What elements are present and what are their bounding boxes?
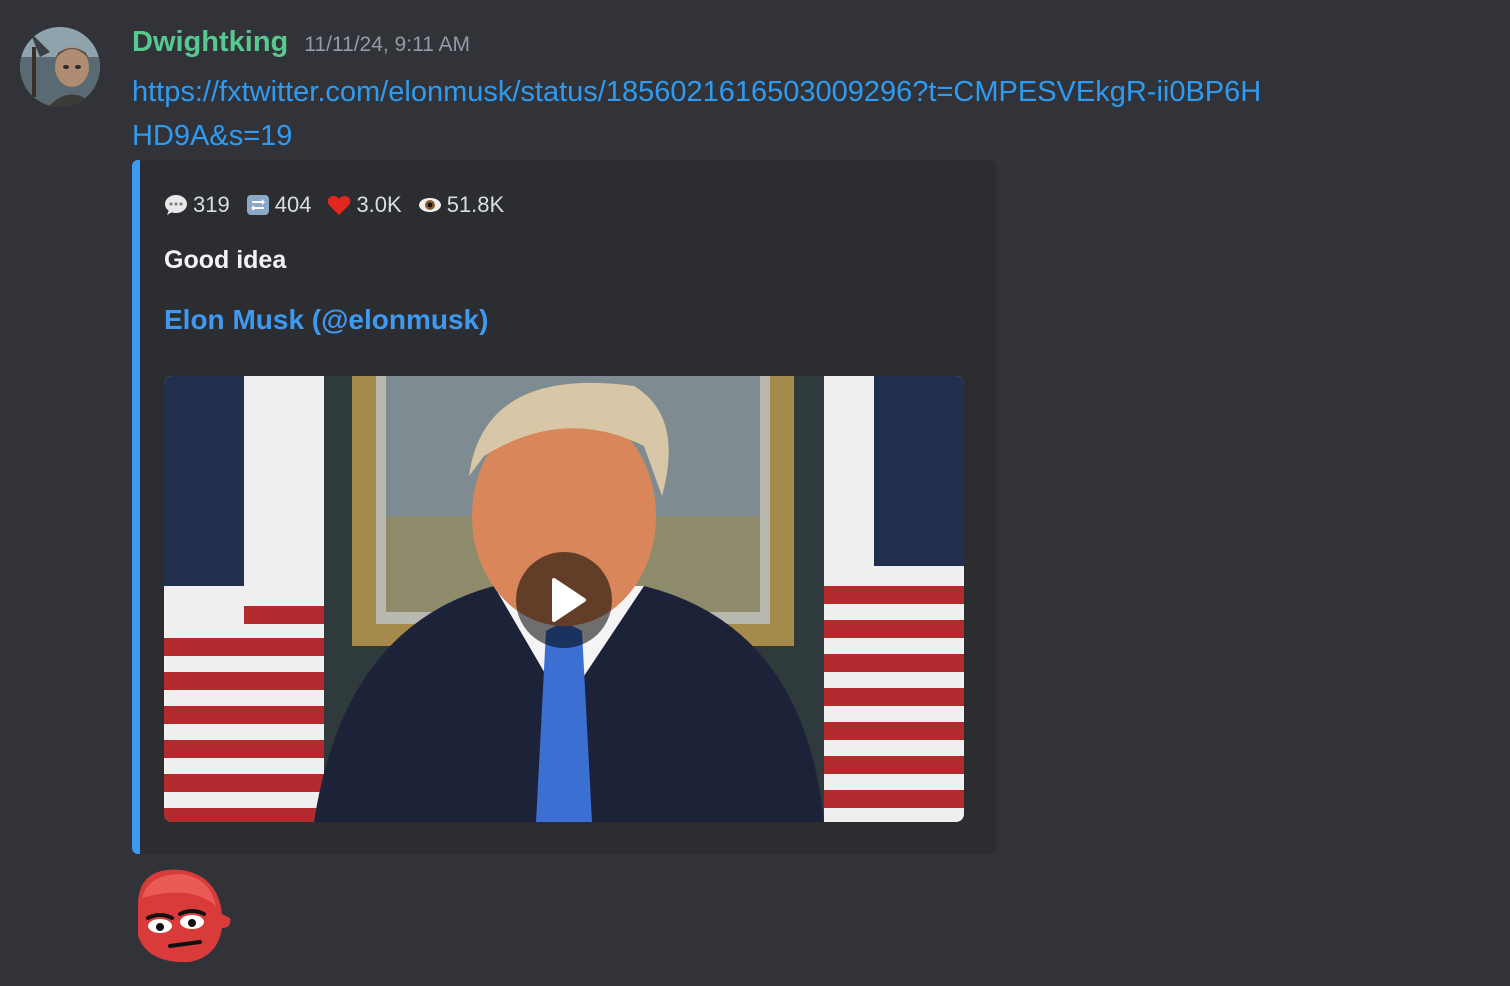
retweets-count: 404 bbox=[274, 192, 312, 217]
message-link[interactable]: https://fxtwitter.com/elonmusk/status/18… bbox=[132, 70, 1262, 158]
red-face-sticker[interactable] bbox=[130, 864, 234, 968]
views-count: 51.8K bbox=[446, 192, 505, 217]
avatar-image bbox=[20, 27, 100, 107]
message-timestamp[interactable]: 11/11/24, 9:11 AM bbox=[304, 33, 470, 57]
user-avatar[interactable] bbox=[20, 27, 100, 107]
tweet-embed: 319 404 3.0K 51.8K Good idea Elon Musk (… bbox=[132, 160, 996, 854]
eye-icon bbox=[418, 198, 441, 212]
replies-stat: 319 bbox=[164, 192, 230, 218]
replies-count: 319 bbox=[193, 192, 230, 217]
speech-bubble-icon bbox=[165, 195, 187, 215]
username[interactable]: Dwightking bbox=[132, 26, 288, 59]
sticker-image bbox=[138, 869, 231, 963]
tweet-stats: 319 404 3.0K 51.8K bbox=[164, 192, 504, 218]
likes-count: 3.0K bbox=[356, 192, 402, 217]
retweets-stat: 404 bbox=[246, 192, 312, 218]
heart-icon bbox=[328, 195, 351, 215]
views-stat: 51.8K bbox=[418, 192, 505, 218]
play-icon bbox=[552, 578, 586, 622]
embed-description: Good idea bbox=[164, 246, 287, 274]
message-header: Dwightking 11/11/24, 9:11 AM bbox=[132, 26, 470, 59]
retweet-icon bbox=[246, 195, 269, 215]
likes-stat: 3.0K bbox=[327, 192, 402, 218]
video-thumbnail[interactable] bbox=[164, 376, 964, 822]
embed-author-link[interactable]: Elon Musk (@elonmusk) bbox=[164, 304, 488, 336]
play-button[interactable] bbox=[516, 552, 612, 648]
